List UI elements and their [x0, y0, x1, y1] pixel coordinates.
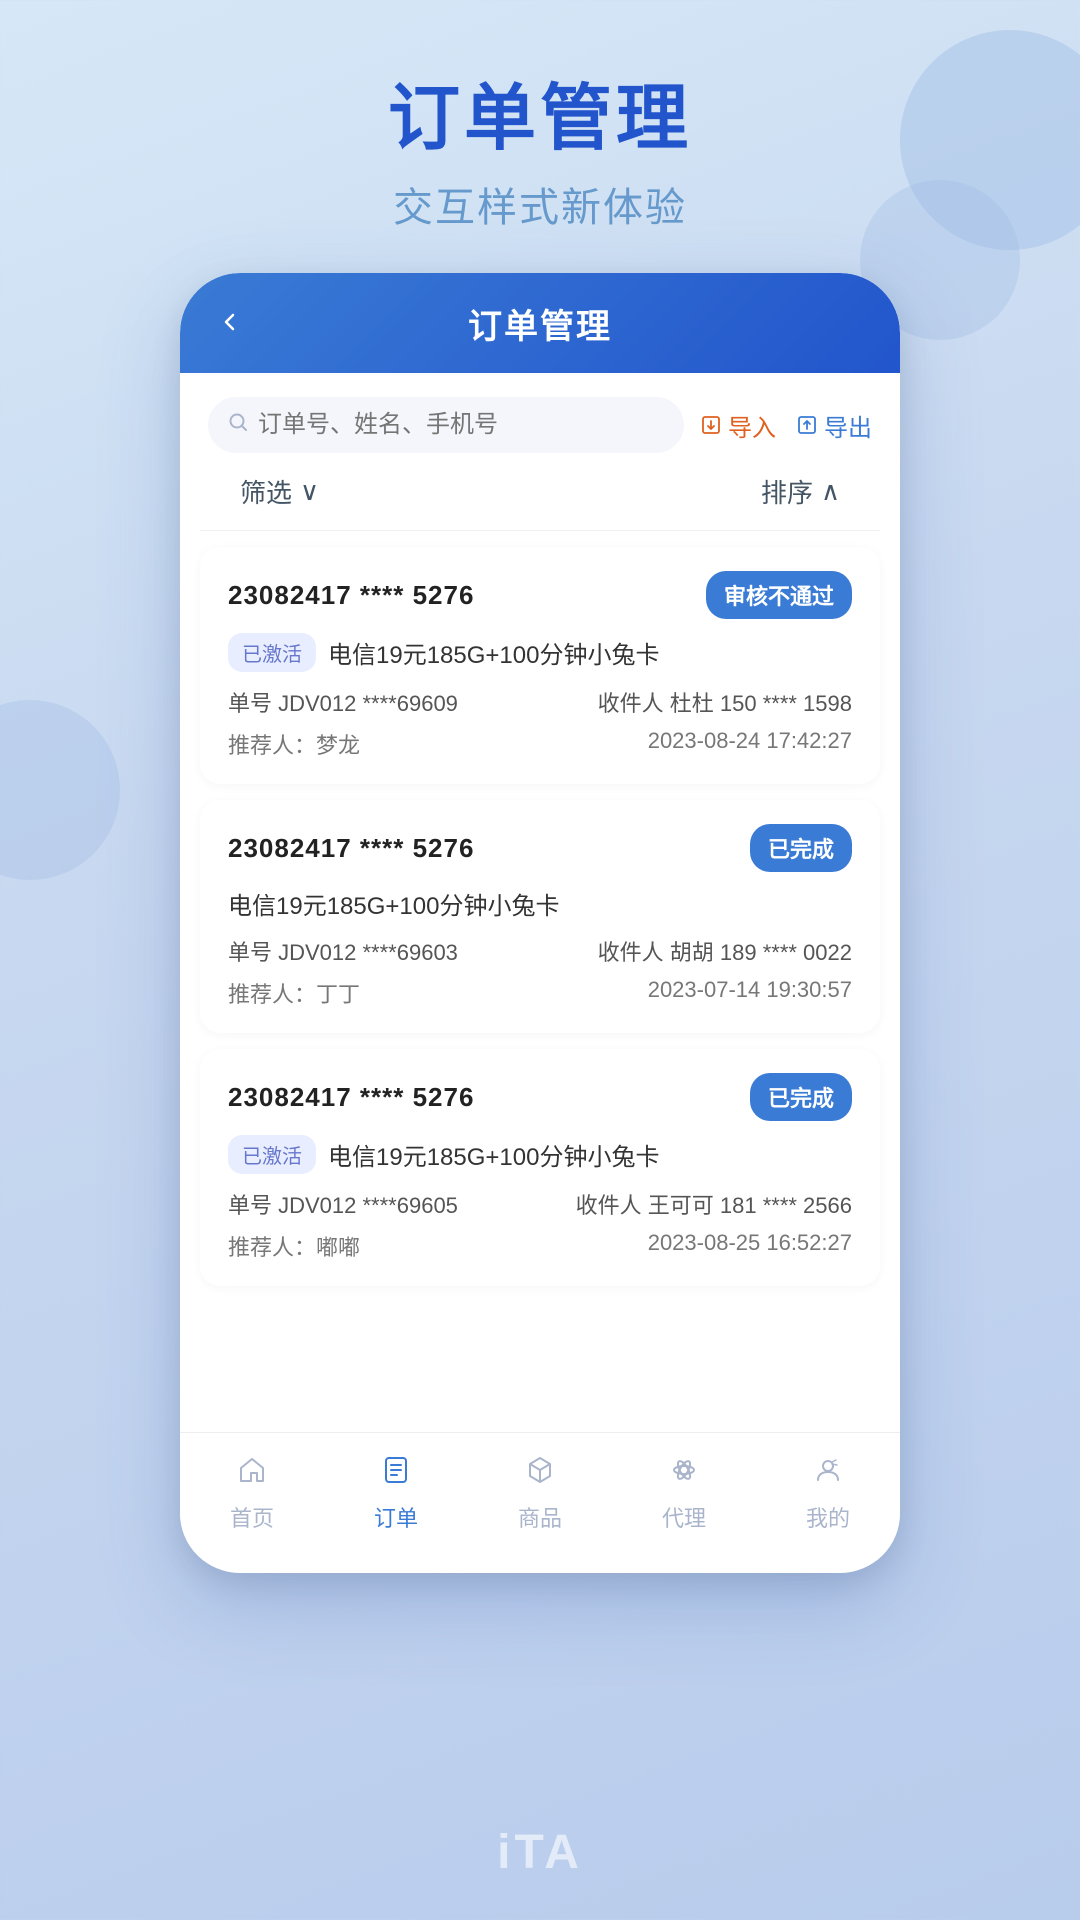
product-name-1: 电信19元185G+100分钟小兔卡	[328, 635, 659, 670]
activated-badge-3: 已激活	[228, 1135, 316, 1174]
search-input[interactable]	[258, 411, 664, 439]
order-no-3: 单号 JDV012 ****69605	[228, 1188, 458, 1220]
app-header-title: 订单管理	[468, 299, 612, 348]
recipient-3: 收件人 王可可 181 **** 2566	[576, 1188, 852, 1220]
recipient-1: 收件人 杜杜 150 **** 1598	[598, 686, 852, 718]
activated-badge-1: 已激活	[228, 633, 316, 672]
status-badge-3: 已完成	[750, 1073, 852, 1121]
order-card-1[interactable]: 23082417 **** 5276 审核不通过 已激活 电信19元185G+1…	[200, 547, 880, 784]
bg-circle-3	[0, 700, 120, 880]
order-card-2[interactable]: 23082417 **** 5276 已完成 电信19元185G+100分钟小兔…	[200, 800, 880, 1033]
recipient-2: 收件人 胡胡 189 **** 0022	[598, 935, 852, 967]
export-icon	[796, 414, 818, 436]
datetime-3: 2023-08-25 16:52:27	[648, 1230, 852, 1262]
product-name-2: 电信19元185G+100分钟小兔卡	[228, 886, 559, 921]
page-header: 订单管理 交互样式新体验	[0, 0, 1080, 273]
filter-button[interactable]: 筛选 ∨	[240, 473, 319, 510]
nav-item-mine[interactable]: 我的	[788, 1453, 868, 1533]
referrer-2: 推荐人：丁丁	[228, 977, 360, 1009]
filter-row: 筛选 ∨ 排序 ∧	[180, 453, 900, 530]
back-button[interactable]	[208, 295, 252, 352]
nav-label-order: 订单	[374, 1501, 418, 1533]
product-name-3: 电信19元185G+100分钟小兔卡	[328, 1137, 659, 1172]
order-list: 23082417 **** 5276 审核不通过 已激活 电信19元185G+1…	[180, 531, 900, 1422]
order-card-3[interactable]: 23082417 **** 5276 已完成 已激活 电信19元185G+100…	[200, 1049, 880, 1286]
order-meta-row-2: 推荐人：丁丁 2023-07-14 19:30:57	[228, 977, 852, 1009]
nav-label-mine: 我的	[806, 1501, 850, 1533]
product-row-2: 电信19元185G+100分钟小兔卡	[228, 886, 852, 921]
product-row-1: 已激活 电信19元185G+100分钟小兔卡	[228, 633, 852, 672]
order-header-2: 23082417 **** 5276 已完成	[228, 824, 852, 872]
search-icon	[228, 412, 248, 438]
order-detail-row-1: 单号 JDV012 ****69609 收件人 杜杜 150 **** 1598	[228, 686, 852, 718]
nav-label-agent: 代理	[662, 1501, 706, 1533]
action-buttons: 导入 导出	[700, 408, 872, 443]
order-detail-row-3: 单号 JDV012 ****69605 收件人 王可可 181 **** 256…	[228, 1188, 852, 1220]
ita-text: iTA	[497, 1825, 583, 1880]
page-title: 订单管理	[0, 80, 1080, 159]
page-subtitle: 交互样式新体验	[0, 175, 1080, 233]
back-icon	[218, 310, 242, 334]
sort-button[interactable]: 排序 ∧	[761, 473, 840, 510]
datetime-2: 2023-07-14 19:30:57	[648, 977, 852, 1009]
nav-item-order[interactable]: 订单	[356, 1453, 436, 1533]
referrer-1: 推荐人：梦龙	[228, 728, 360, 760]
app-header: 订单管理	[180, 273, 900, 373]
mine-icon	[812, 1453, 844, 1495]
status-badge-1: 审核不通过	[706, 571, 852, 619]
order-meta-row-1: 推荐人：梦龙 2023-08-24 17:42:27	[228, 728, 852, 760]
phone-mockup: 订单管理 导入	[180, 273, 900, 1573]
nav-label-home: 首页	[230, 1501, 274, 1533]
order-icon	[380, 1453, 412, 1495]
order-header-1: 23082417 **** 5276 审核不通过	[228, 571, 852, 619]
order-header-3: 23082417 **** 5276 已完成	[228, 1073, 852, 1121]
nav-label-product: 商品	[518, 1501, 562, 1533]
order-number-3: 23082417 **** 5276	[228, 1082, 474, 1113]
referrer-3: 推荐人：嘟嘟	[228, 1230, 360, 1262]
datetime-1: 2023-08-24 17:42:27	[648, 728, 852, 760]
export-button[interactable]: 导出	[796, 408, 872, 443]
status-badge-2: 已完成	[750, 824, 852, 872]
nav-item-agent[interactable]: 代理	[644, 1453, 724, 1533]
order-number-1: 23082417 **** 5276	[228, 580, 474, 611]
product-row-3: 已激活 电信19元185G+100分钟小兔卡	[228, 1135, 852, 1174]
order-meta-row-3: 推荐人：嘟嘟 2023-08-25 16:52:27	[228, 1230, 852, 1262]
agent-icon	[668, 1453, 700, 1495]
bottom-nav: 首页 订单 商品	[180, 1432, 900, 1561]
import-button[interactable]: 导入	[700, 408, 776, 443]
order-number-2: 23082417 **** 5276	[228, 833, 474, 864]
order-no-1: 单号 JDV012 ****69609	[228, 686, 458, 718]
search-area: 导入 导出	[180, 373, 900, 453]
home-icon	[236, 1453, 268, 1495]
import-icon	[700, 414, 722, 436]
product-icon	[524, 1453, 556, 1495]
search-input-wrap	[208, 397, 684, 453]
nav-item-product[interactable]: 商品	[500, 1453, 580, 1533]
order-detail-row-2: 单号 JDV012 ****69603 收件人 胡胡 189 **** 0022	[228, 935, 852, 967]
order-no-2: 单号 JDV012 ****69603	[228, 935, 458, 967]
nav-item-home[interactable]: 首页	[212, 1453, 292, 1533]
